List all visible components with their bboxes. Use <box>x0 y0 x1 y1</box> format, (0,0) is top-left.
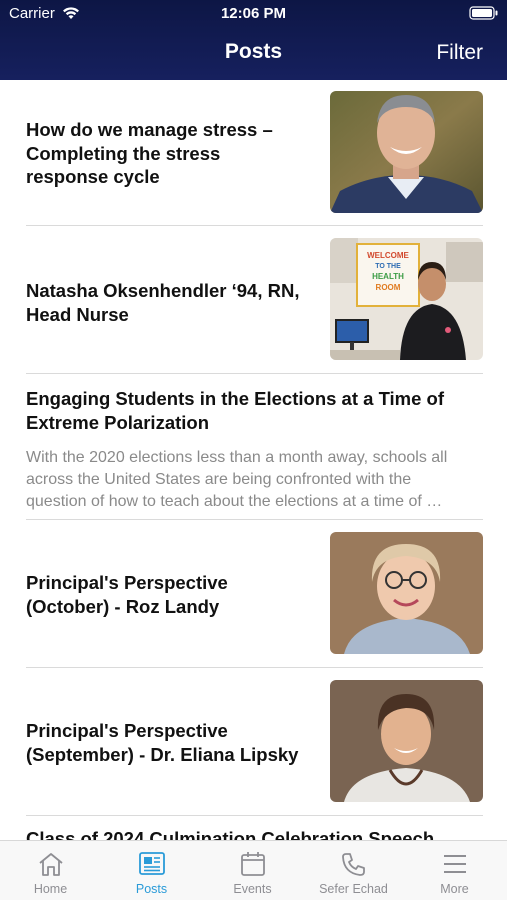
home-icon <box>38 853 63 876</box>
calendar-icon <box>240 852 265 876</box>
post-title-line: response cycle <box>26 166 160 187</box>
phone-icon <box>341 853 365 876</box>
post-title: Principal's Perspective (October) - Roz … <box>26 571 316 618</box>
tab-posts[interactable]: Posts <box>101 841 202 900</box>
tab-label: Sefer Echad <box>319 882 388 896</box>
tab-label: Events <box>233 882 272 896</box>
menu-icon <box>443 855 466 873</box>
tab-events[interactable]: Events <box>202 841 303 900</box>
nav-header: Carrier 12:06 PM Posts Filter <box>0 0 507 80</box>
post-item[interactable]: How do we manage stress – Completing the… <box>0 80 507 226</box>
post-title-line: How do we manage stress – <box>26 119 273 140</box>
post-item[interactable]: Principal's Perspective (October) - Roz … <box>0 520 507 668</box>
page-title: Posts <box>224 40 283 63</box>
post-title-line: (September) - Dr. Eliana Lipsky <box>26 743 299 765</box>
posts-list[interactable]: How do we manage stress – Completing the… <box>0 80 507 840</box>
tab-more[interactable]: More <box>404 841 505 900</box>
post-thumbnail <box>330 532 483 654</box>
post-excerpt: With the 2020 elections less than a mont… <box>26 447 484 513</box>
post-excerpt-line: question of how to teach about the elect… <box>26 493 443 510</box>
post-title: Engaging Students in the Elections at a … <box>26 387 486 434</box>
post-thumbnail: WELCOME TO THE HEALTH ROOM <box>330 238 483 360</box>
post-title-line: Engaging Students in the Elections at a … <box>26 388 445 409</box>
post-excerpt-line: With the 2020 elections less than a mont… <box>26 449 448 466</box>
post-title: How do we manage stress – Completing the… <box>26 118 316 189</box>
post-title: Natasha Oksenhendler ‘94, RN, Head Nurse <box>26 279 326 326</box>
newspaper-icon <box>138 852 165 875</box>
divider <box>26 815 483 816</box>
battery-icon <box>469 6 498 20</box>
post-item[interactable]: Principal's Perspective (September) - Dr… <box>0 668 507 816</box>
post-thumbnail <box>330 91 483 213</box>
post-item[interactable]: Engaging Students in the Elections at a … <box>0 374 507 520</box>
sign-text: HEALTH <box>372 272 404 281</box>
tab-label: Home <box>33 882 68 896</box>
sign-text: ROOM <box>376 283 401 292</box>
tab-label: Posts <box>135 882 168 896</box>
post-item[interactable]: Natasha Oksenhendler ‘94, RN, Head Nurse… <box>0 226 507 374</box>
sign-text: WELCOME <box>367 251 409 260</box>
sign-text: TO THE <box>375 263 401 270</box>
post-title-line: Completing the stress <box>26 142 221 164</box>
tab-label: More <box>440 882 469 896</box>
post-title-line: Principal's Perspective <box>26 572 228 593</box>
post-title-line: Natasha Oksenhendler ‘94, RN, <box>26 280 300 301</box>
post-thumbnail <box>330 680 483 802</box>
post-excerpt-line: across the United States are being confr… <box>26 471 412 488</box>
filter-button[interactable]: Filter <box>436 41 483 65</box>
post-title-line: Extreme Polarization <box>26 411 210 433</box>
status-time: 12:06 PM <box>220 5 287 22</box>
post-title-line: (October) - Roz Landy <box>26 595 220 617</box>
tab-sefer-echad[interactable]: Sefer Echad <box>303 841 404 900</box>
post-title-line: Principal's Perspective <box>26 720 228 741</box>
tab-home[interactable]: Home <box>0 841 101 900</box>
status-bar: Carrier 12:06 PM <box>0 0 507 28</box>
tab-bar: Home Posts Events Sefer Echad More <box>0 840 507 900</box>
post-title[interactable]: Class of 2024 Culmination Celebration Sp… <box>26 828 434 840</box>
post-title-line: Head Nurse <box>26 303 129 325</box>
post-title: Principal's Perspective (September) - Dr… <box>26 719 326 766</box>
